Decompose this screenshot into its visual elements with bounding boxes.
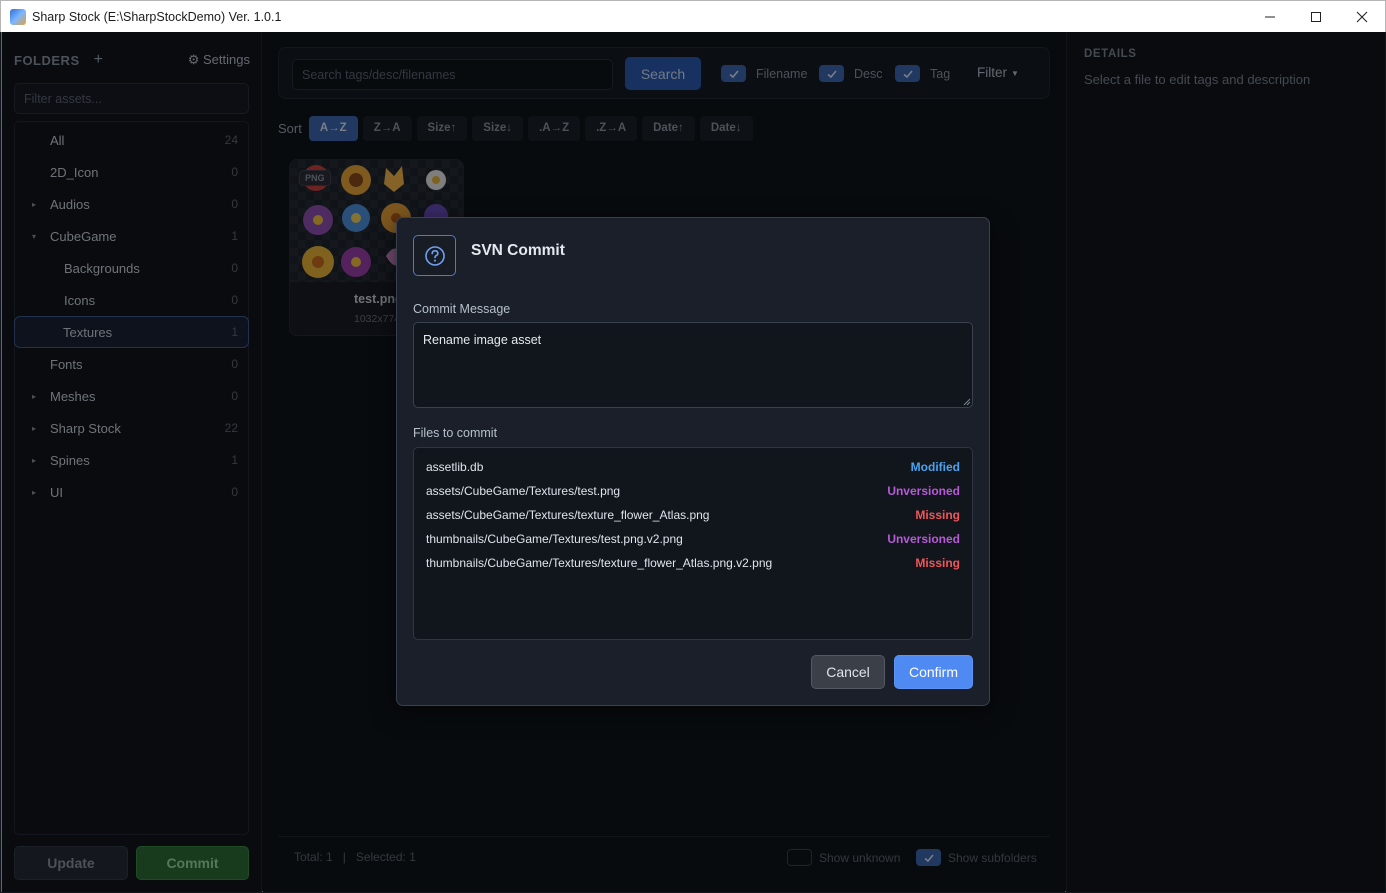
commit-message-input[interactable]: Rename image asset: [413, 322, 973, 408]
file-path: thumbnails/CubeGame/Textures/texture_flo…: [426, 556, 773, 570]
file-path: assets/CubeGame/Textures/texture_flower_…: [426, 508, 710, 522]
close-button[interactable]: [1339, 1, 1385, 32]
file-path: assets/CubeGame/Textures/test.png: [426, 484, 621, 498]
maximize-button[interactable]: [1293, 1, 1339, 32]
file-row[interactable]: thumbnails/CubeGame/Textures/texture_flo…: [414, 551, 972, 575]
file-row[interactable]: assets/CubeGame/Textures/test.png Unvers…: [414, 479, 972, 503]
minimize-icon: [1265, 16, 1275, 17]
file-status-badge: Missing: [915, 508, 960, 522]
maximize-icon: [1311, 11, 1321, 22]
file-path: assetlib.db: [426, 460, 484, 474]
commit-message-label: Commit Message: [413, 302, 511, 316]
question-icon: [413, 235, 456, 276]
title-bar: Sharp Stock (E:\SharpStockDemo) Ver. 1.0…: [0, 0, 1386, 32]
minimize-button[interactable]: [1247, 1, 1293, 32]
close-icon: [1356, 11, 1368, 22]
files-list: assetlib.db Modified assets/CubeGame/Tex…: [413, 447, 973, 640]
file-status-badge: Unversioned: [887, 532, 960, 546]
file-row[interactable]: assetlib.db Modified: [414, 455, 972, 479]
files-to-commit-label: Files to commit: [413, 426, 498, 440]
window-title: Sharp Stock (E:\SharpStockDemo) Ver. 1.0…: [32, 9, 282, 24]
file-status-badge: Missing: [915, 556, 960, 570]
file-status-badge: Unversioned: [887, 484, 960, 498]
window-controls: [1247, 1, 1385, 32]
cancel-button[interactable]: Cancel: [811, 655, 885, 689]
app-icon: [10, 8, 26, 25]
file-path: thumbnails/CubeGame/Textures/test.png.v2…: [426, 532, 683, 546]
svn-commit-dialog: SVN Commit Commit Message Rename image a…: [396, 217, 990, 706]
dialog-title: SVN Commit: [471, 242, 565, 259]
file-status-badge: Modified: [910, 460, 960, 474]
confirm-button[interactable]: Confirm: [894, 655, 973, 689]
resize-grip-icon[interactable]: [963, 398, 971, 406]
file-row[interactable]: assets/CubeGame/Textures/texture_flower_…: [414, 503, 972, 527]
file-row[interactable]: thumbnails/CubeGame/Textures/test.png.v2…: [414, 527, 972, 551]
